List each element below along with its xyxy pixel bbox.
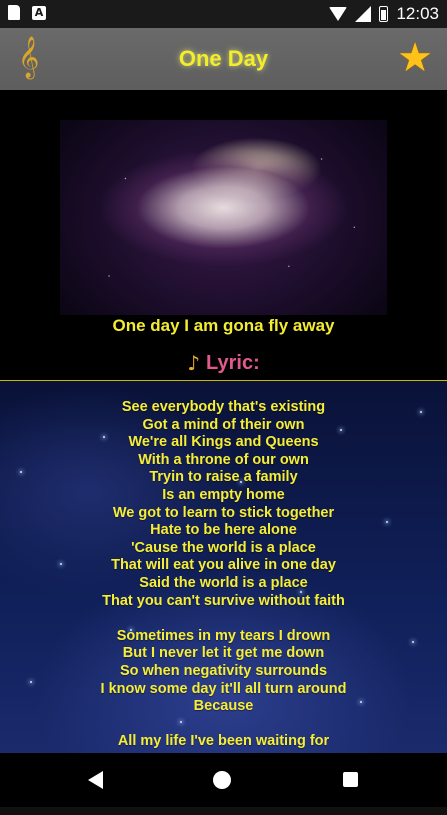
status-bar: A 12:03 xyxy=(0,0,447,28)
app-bar: 𝄞 One Day ★ xyxy=(0,28,447,90)
a-icon: A xyxy=(32,5,46,20)
lyric-line: Because xyxy=(193,698,254,715)
lyric-line: I know some day it'll all turn around xyxy=(100,680,347,697)
lyric-line xyxy=(0,610,447,628)
back-icon[interactable] xyxy=(88,771,103,789)
lyric-line: Sometimes in my tears I drown xyxy=(116,627,331,644)
lyric-line: Hate to be here alone xyxy=(150,522,297,539)
lyric-line: So when negativity surrounds xyxy=(119,662,328,679)
lyric-line: Is an empty home xyxy=(162,486,285,503)
battery-icon xyxy=(379,6,389,22)
status-time: 12:03 xyxy=(396,4,439,23)
lyrics-panel[interactable]: See everybody that's existing Got a mind … xyxy=(0,381,447,753)
lyric-line: 'Cause the world is a place xyxy=(131,539,316,556)
video-frame[interactable] xyxy=(60,120,387,315)
lyric-line: Got a mind of their own xyxy=(142,416,305,433)
star-icon[interactable]: ★ xyxy=(397,38,433,78)
lyric-line: We're all Kings and Queens xyxy=(128,434,319,451)
recents-icon[interactable] xyxy=(343,772,358,787)
lyric-line xyxy=(0,716,447,734)
music-note-icon: ♪ xyxy=(187,351,201,375)
lyric-line: See everybody that's existing xyxy=(121,399,326,415)
lyric-line: Said the world is a place xyxy=(139,574,308,591)
video-player[interactable] xyxy=(0,90,447,316)
bottom-strip xyxy=(0,807,447,815)
song-caption: One day I am gona fly away xyxy=(112,316,335,335)
sd-card-icon xyxy=(8,5,20,20)
lyric-header: ♪ Lyric: xyxy=(0,348,447,378)
lyric-line: That will eat you alive in one day xyxy=(111,557,336,574)
navigation-bar xyxy=(0,753,447,807)
lyric-line: With a throne of our own xyxy=(138,451,309,468)
lyric-line: But I never let it get me down xyxy=(122,645,325,662)
signal-icon xyxy=(355,6,372,22)
home-icon[interactable] xyxy=(213,771,231,789)
lyric-line: That you can't survive without faith xyxy=(102,592,345,609)
wifi-icon xyxy=(329,7,348,21)
page-title: One Day xyxy=(178,46,269,71)
lyric-label: Lyric: xyxy=(206,351,260,374)
lyric-line: Tryin to raise a family xyxy=(149,469,298,486)
lyrics-text: See everybody that's existing Got a mind … xyxy=(0,381,447,751)
lyric-line: We got to learn to stick together xyxy=(112,504,335,521)
lyric-line: All my life I've been waiting for xyxy=(117,733,330,750)
